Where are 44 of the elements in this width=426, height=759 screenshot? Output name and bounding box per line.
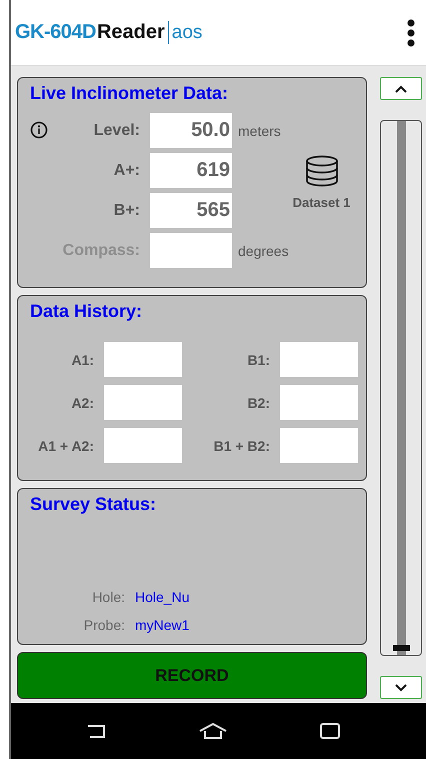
value-field[interactable] <box>280 385 358 420</box>
card-title: Live Inclinometer Data: <box>30 83 230 104</box>
value-field[interactable] <box>280 428 358 463</box>
field-label: A2: <box>70 394 94 410</box>
unit-label: degrees <box>238 242 289 258</box>
slider-thumb[interactable] <box>393 645 410 651</box>
field-label: B1: <box>246 352 270 368</box>
app-title: GK-604D <box>15 21 96 44</box>
info-icon[interactable] <box>30 121 48 139</box>
status-value: Hole_Nu <box>135 589 190 605</box>
field-label: A+: <box>112 162 141 180</box>
value-field[interactable] <box>150 233 232 268</box>
recents-icon[interactable] <box>318 722 341 740</box>
status-label: Hole: <box>91 589 125 605</box>
value-field[interactable] <box>104 428 182 463</box>
dataset-label: Dataset 1 <box>292 195 350 210</box>
field-label: A1 + A2: <box>37 438 94 454</box>
record-button[interactable]: RECORD <box>17 652 367 699</box>
value-field[interactable]: 619 <box>150 153 232 188</box>
status-value: myNew1 <box>135 617 190 633</box>
field-label: B2: <box>246 394 270 410</box>
status-label: Probe: <box>82 617 125 633</box>
app-suffix: aos <box>172 22 202 44</box>
value-field[interactable]: 565 <box>150 193 232 228</box>
scroll-up-button[interactable] <box>380 77 422 100</box>
card-title: Survey Status: <box>30 494 158 515</box>
value-field[interactable] <box>104 385 182 420</box>
value-field[interactable] <box>104 342 182 377</box>
vertical-slider[interactable] <box>380 120 422 656</box>
scroll-down-button[interactable] <box>380 676 422 699</box>
chevron-down-icon <box>394 684 408 692</box>
app-name: Reader <box>96 21 169 44</box>
field-label: A1: <box>70 352 94 368</box>
field-label: Level: <box>92 122 141 140</box>
field-label: B+: <box>112 202 141 220</box>
chevron-up-icon <box>394 84 408 92</box>
value-field[interactable] <box>280 342 358 377</box>
menu-icon[interactable] <box>406 18 416 46</box>
database-icon[interactable] <box>304 155 338 187</box>
value-field[interactable]: 50.0 <box>150 113 232 148</box>
card-title: Data History: <box>30 301 144 322</box>
field-label: B1 + B2: <box>212 438 270 454</box>
unit-label: meters <box>238 122 281 138</box>
home-icon[interactable] <box>198 722 228 740</box>
